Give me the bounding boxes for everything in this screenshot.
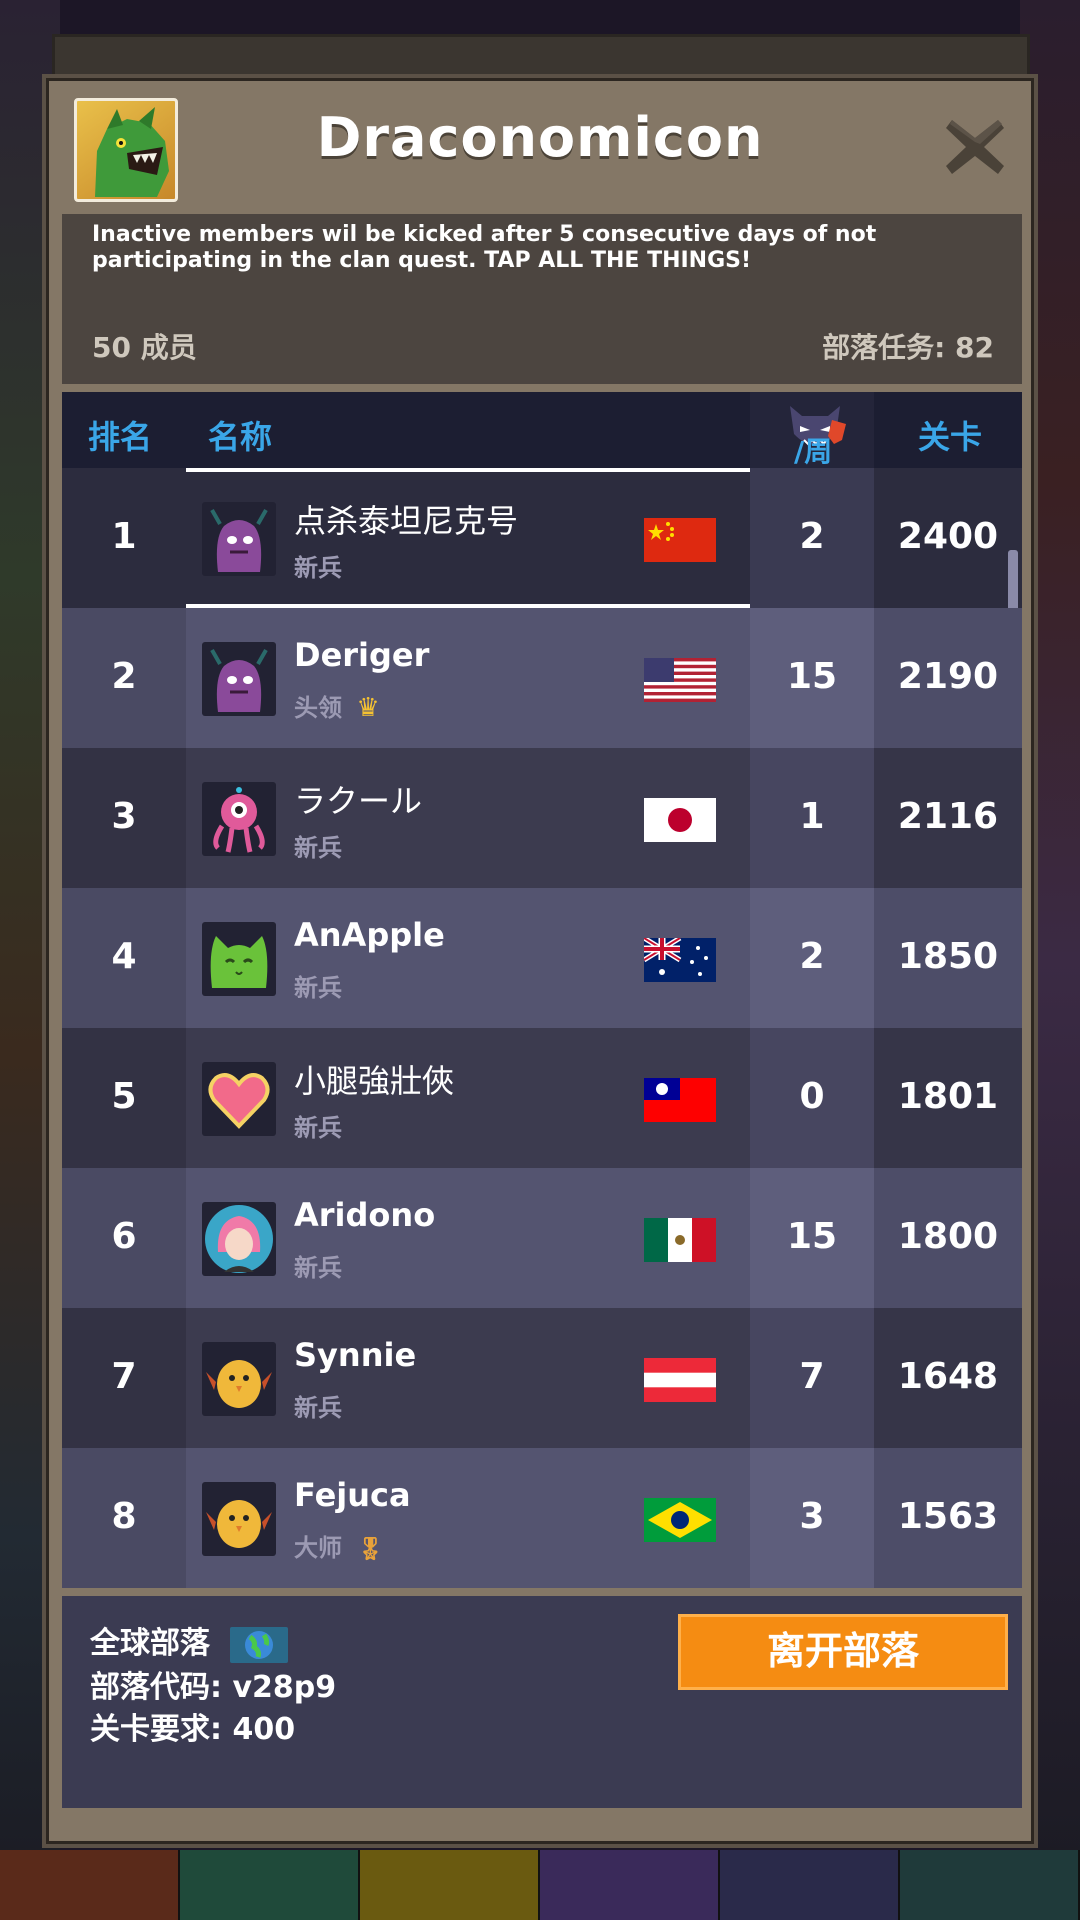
col-rank-header: 排名	[88, 418, 153, 456]
table-row[interactable]: 7 Synnie 新兵 7 1648	[62, 1308, 1022, 1448]
level-requirement: 关卡要求: 400	[90, 1712, 296, 1747]
pink-octopus-avatar	[202, 782, 276, 856]
clan-header: Draconomicon	[46, 78, 1034, 208]
member-name: AnApple	[294, 916, 445, 954]
member-week-score: 2	[799, 516, 825, 557]
member-rank: 3	[111, 796, 137, 837]
member-role: 新兵	[294, 1114, 342, 1142]
member-rank: 8	[111, 1496, 137, 1537]
member-week-score: 2	[799, 936, 825, 977]
clan-type: 全球部落	[90, 1618, 289, 1663]
member-level: 1850	[897, 936, 999, 977]
purple-monster-avatar	[202, 502, 276, 576]
austria-flag-icon	[644, 1358, 716, 1402]
member-role: 大师 🎖	[294, 1528, 384, 1563]
taiwan-flag-icon	[644, 1078, 716, 1122]
member-role: 头领 ♛	[294, 688, 380, 723]
member-level: 2190	[897, 656, 999, 697]
clan-panel: Draconomicon Inactive members wil be kic…	[42, 74, 1038, 1848]
member-level: 2116	[897, 796, 999, 837]
members-table[interactable]: 排名 名称 /周 关卡 1 点杀泰坦尼克号 新兵 2 2400 2 Derige…	[62, 392, 1022, 1588]
table-header: 排名 名称 /周 关卡	[62, 392, 1022, 468]
clan-description: Inactive members wil be kicked after 5 c…	[92, 222, 877, 273]
member-name: 点杀泰坦尼克号	[294, 502, 519, 540]
clan-description-box: Inactive members wil be kicked after 5 c…	[62, 214, 1022, 384]
globe-icon	[230, 1626, 289, 1663]
member-name: Aridono	[294, 1196, 436, 1234]
member-level: 1800	[897, 1216, 999, 1257]
member-role: 新兵	[294, 1394, 342, 1422]
member-week-score: 7	[799, 1356, 825, 1397]
heart-avatar	[202, 1062, 276, 1136]
member-count: 50 成员	[92, 331, 197, 364]
col-week-header: /周	[794, 435, 833, 468]
member-week-score: 15	[786, 1216, 838, 1257]
table-row[interactable]: 6 Aridono 新兵 15 1800	[62, 1168, 1022, 1308]
leave-clan-button[interactable]: 离开部落	[678, 1614, 1008, 1690]
table-row[interactable]: 5 小腿強壯俠 新兵 0 1801	[62, 1028, 1022, 1168]
australia-flag-icon	[644, 938, 716, 982]
member-name: Fejuca	[294, 1476, 411, 1514]
yellow-bird-avatar	[202, 1482, 276, 1556]
member-rank: 4	[111, 936, 137, 977]
table-row[interactable]: 2 Deriger 头领 ♛ 15 2190	[62, 608, 1022, 748]
japan-flag-icon	[644, 798, 716, 842]
member-rank: 7	[111, 1356, 137, 1397]
member-week-score: 15	[786, 656, 838, 697]
pink-hair-girl-avatar	[202, 1202, 276, 1276]
yellow-bird-avatar	[202, 1342, 276, 1416]
table-row[interactable]: 8 Fejuca 大师 🎖 3 1563	[62, 1448, 1022, 1588]
clan-type-label: 全球部落	[90, 1626, 210, 1661]
table-row[interactable]: 3 ラクール 新兵 1 2116	[62, 748, 1022, 888]
member-name: Deriger	[294, 636, 430, 674]
member-rank: 6	[111, 1216, 137, 1257]
member-role: 新兵	[294, 554, 342, 582]
clan-quest-count: 部落任务: 82	[822, 331, 994, 364]
member-rank: 5	[111, 1076, 137, 1117]
member-name: ラクール	[294, 782, 423, 820]
member-role: 新兵	[294, 1254, 342, 1282]
member-rank: 1	[111, 516, 137, 557]
member-level: 1563	[897, 1496, 999, 1537]
clan-code: 部落代码: v28p9	[90, 1670, 337, 1705]
member-level: 2400	[897, 516, 999, 557]
member-name: Synnie	[294, 1336, 417, 1374]
clan-info-footer: 全球部落 部落代码: v28p9 关卡要求: 400 离开部落	[62, 1596, 1022, 1808]
china-flag-icon	[644, 518, 716, 562]
mexico-flag-icon	[644, 1218, 716, 1262]
member-role-text: 头领	[294, 694, 342, 722]
member-name: 小腿強壯俠	[294, 1062, 455, 1100]
col-name-header: 名称	[208, 418, 273, 456]
member-week-score: 1	[799, 796, 825, 837]
member-level: 1648	[897, 1356, 999, 1397]
member-week-score: 0	[799, 1076, 825, 1117]
member-level: 1801	[897, 1076, 999, 1117]
purple-monster-avatar	[202, 642, 276, 716]
member-role: 新兵	[294, 834, 342, 862]
member-rows: 1 点杀泰坦尼克号 新兵 2 2400 2 Deriger 头领 ♛ 15 21…	[62, 468, 1022, 1588]
usa-flag-icon	[644, 658, 716, 702]
member-role-text: 大师	[294, 1534, 342, 1562]
member-week-score: 3	[799, 1496, 825, 1537]
clan-name: Draconomicon	[316, 106, 764, 169]
close-button[interactable]	[942, 114, 1008, 180]
col-level-header: 关卡	[918, 418, 983, 456]
member-rank: 2	[111, 656, 137, 697]
crown-icon: ♛	[356, 693, 380, 723]
brazil-flag-icon	[644, 1498, 716, 1542]
medal-icon: 🎖	[356, 1537, 385, 1562]
table-row[interactable]: 4 AnApple 新兵 2 1850	[62, 888, 1022, 1028]
table-row[interactable]: 1 点杀泰坦尼克号 新兵 2 2400	[62, 468, 1022, 660]
green-cat-avatar	[202, 922, 276, 996]
background-bottom-bar	[0, 1850, 1080, 1920]
member-role: 新兵	[294, 974, 342, 1002]
close-icon	[946, 120, 1004, 174]
